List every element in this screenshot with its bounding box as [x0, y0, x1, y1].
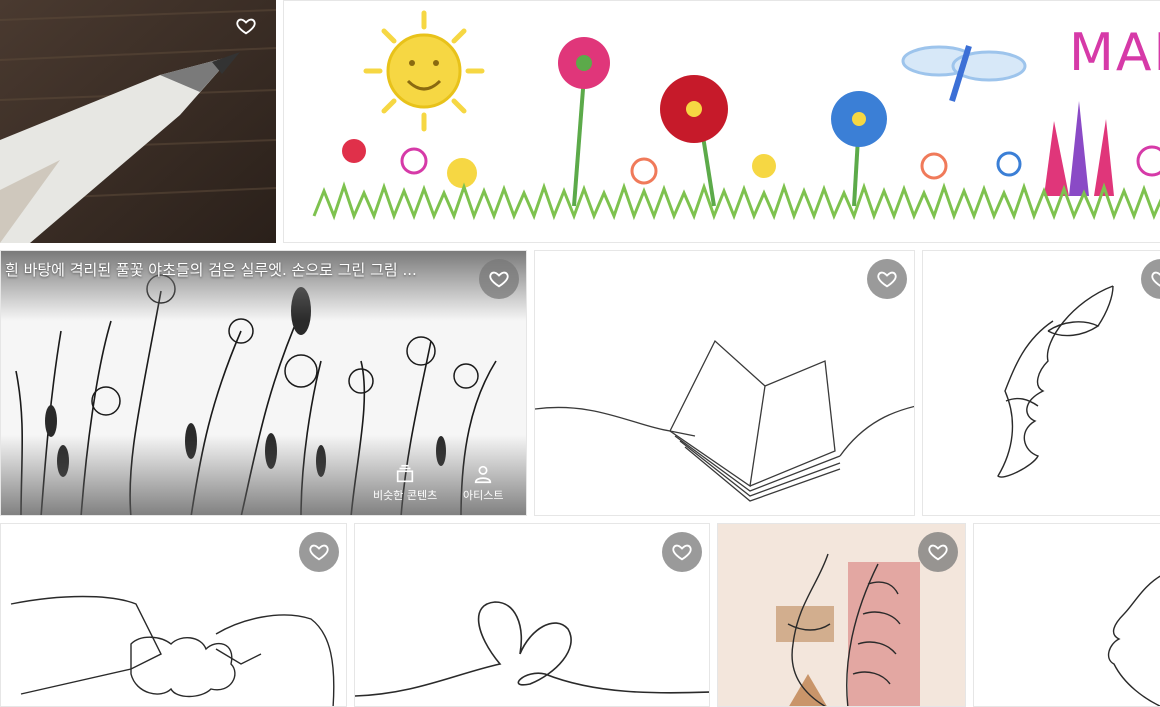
drawing-lettering: MAN	[1069, 23, 1160, 83]
face-image	[997, 285, 1114, 478]
image-tile-leaf-face[interactable]	[717, 523, 966, 707]
similar-content-label: 비슷한 콘텐츠	[373, 489, 438, 502]
image-tile-book[interactable]	[534, 250, 915, 516]
artist-button[interactable]: 아티스트	[463, 463, 503, 503]
image-tile-face[interactable]	[922, 250, 1160, 516]
image-tile-pencil[interactable]	[0, 0, 276, 243]
heart-outline-icon	[1151, 271, 1160, 287]
puzzle-image	[10, 595, 335, 706]
image-tile-kids-flowers[interactable]: MAN	[283, 0, 1160, 243]
actions-overlay	[1, 435, 526, 515]
heart-outline-icon	[489, 271, 509, 288]
favorite-button[interactable]	[918, 532, 958, 572]
heart-outline-icon	[877, 271, 897, 288]
heart-outline-icon	[672, 544, 692, 561]
partial-face-image	[1107, 575, 1160, 706]
hearts-image	[355, 601, 709, 697]
heart-outline-icon	[928, 544, 948, 561]
favorite-button[interactable]	[299, 532, 339, 572]
favorite-button[interactable]	[662, 532, 702, 572]
artist-icon	[475, 465, 492, 484]
similar-content-button[interactable]: 비슷한 콘텐츠	[373, 463, 437, 503]
heart-outline-icon	[236, 18, 256, 35]
kids-flowers-image	[312, 10, 1160, 221]
heart-outline-icon	[309, 544, 329, 561]
image-tile-puzzle[interactable]	[0, 523, 347, 707]
book-image	[535, 339, 914, 502]
image-tile-wildflowers[interactable]: 흰 바탕에 격리된 풀꽃 야초들의 검은 실루엣. 손으로 그린 그림 ... …	[0, 250, 527, 516]
favorite-button[interactable]	[479, 259, 519, 299]
image-caption: 흰 바탕에 격리된 풀꽃 야초들의 검은 실루엣. 손으로 그린 그림 ...	[5, 261, 417, 279]
image-tile-hearts[interactable]	[354, 523, 710, 707]
image-tile-partial-face[interactable]	[973, 523, 1160, 707]
similar-content-icon	[396, 464, 414, 483]
artist-label: 아티스트	[463, 489, 504, 502]
favorite-button[interactable]	[226, 6, 266, 46]
favorite-button[interactable]	[867, 259, 907, 299]
